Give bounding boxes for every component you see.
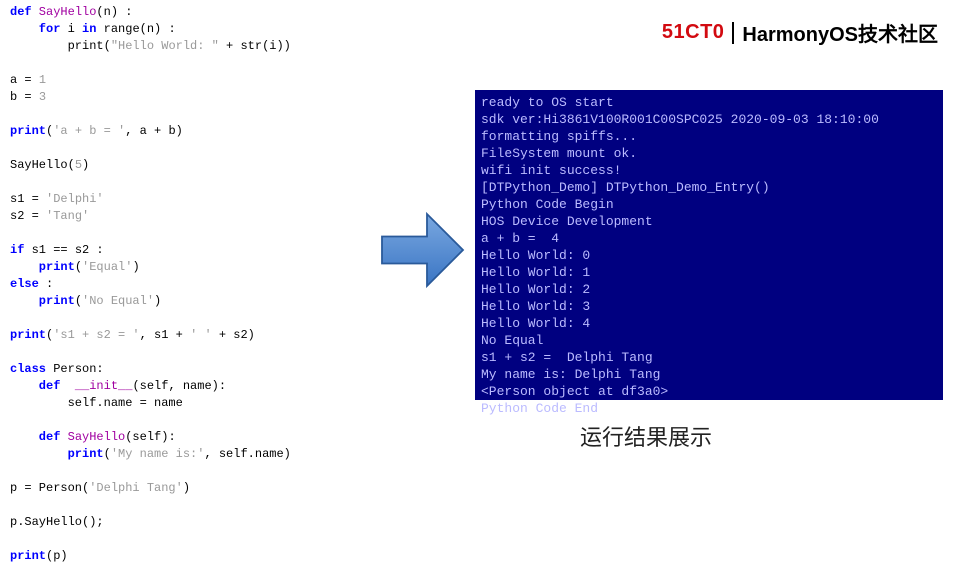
code-text: (self): bbox=[125, 430, 175, 444]
term-line: [DTPython_Demo] DTPython_Demo_Entry() bbox=[481, 180, 770, 195]
code-text: i bbox=[60, 22, 82, 36]
fn-sayhello2: SayHello bbox=[60, 430, 125, 444]
code-text: a = bbox=[10, 73, 39, 87]
term-line: wifi init success! bbox=[481, 163, 621, 178]
code-text: , self.name) bbox=[204, 447, 290, 461]
str: 'Delphi Tang' bbox=[89, 481, 183, 495]
code-text: ) bbox=[82, 158, 89, 172]
str: "Hello World: " bbox=[111, 39, 219, 53]
kw-else: else bbox=[10, 277, 39, 291]
term-line: FileSystem mount ok. bbox=[481, 146, 637, 161]
str: 'Delphi' bbox=[46, 192, 104, 206]
term-line: No Equal bbox=[481, 333, 543, 348]
kw-def: def bbox=[10, 379, 60, 393]
arrow-icon bbox=[375, 205, 470, 295]
term-line: Hello World: 3 bbox=[481, 299, 590, 314]
term-line: ready to OS start bbox=[481, 95, 614, 110]
code-text: ( bbox=[75, 260, 82, 274]
code-text: (self, name): bbox=[132, 379, 226, 393]
str: 'My name is:' bbox=[111, 447, 205, 461]
fn-print: print bbox=[10, 447, 104, 461]
term-line: Python Code End bbox=[481, 401, 598, 416]
fn-print: print bbox=[10, 549, 46, 563]
term-line: s1 + s2 = Delphi Tang bbox=[481, 350, 653, 365]
code-text: range(n) : bbox=[96, 22, 175, 36]
header-brand: 51CT0 HarmonyOS技术社区 bbox=[662, 18, 938, 47]
num: 1 bbox=[39, 73, 46, 87]
code-text: p = Person( bbox=[10, 481, 89, 495]
fn-print: print bbox=[10, 328, 46, 342]
terminal-output: ready to OS start sdk ver:Hi3861V100R001… bbox=[475, 90, 943, 400]
code-text: s1 = bbox=[10, 192, 46, 206]
code-text: s1 == s2 : bbox=[24, 243, 103, 257]
str: 'Tang' bbox=[46, 209, 89, 223]
kw-def: def bbox=[10, 430, 60, 444]
code-text: : bbox=[39, 277, 53, 291]
brand-harmony: HarmonyOS技术社区 bbox=[742, 18, 938, 47]
code-text: SayHello( bbox=[10, 158, 75, 172]
code-text: ) bbox=[154, 294, 161, 308]
kw-class: class bbox=[10, 362, 46, 376]
str: 's1 + s2 = ' bbox=[53, 328, 139, 342]
term-line: Python Code Begin bbox=[481, 197, 614, 212]
str: 'a + b = ' bbox=[53, 124, 125, 138]
fn-print: print bbox=[10, 294, 75, 308]
kw-def: def bbox=[10, 5, 32, 19]
code-text: ( bbox=[104, 447, 111, 461]
code-text: + s2) bbox=[212, 328, 255, 342]
term-line: Hello World: 2 bbox=[481, 282, 590, 297]
code-text: p.SayHello(); bbox=[10, 515, 104, 529]
code-text: , a + b) bbox=[125, 124, 183, 138]
term-line: Hello World: 4 bbox=[481, 316, 590, 331]
brand-51cto: 51CT0 bbox=[662, 21, 725, 44]
num: 3 bbox=[39, 90, 46, 104]
code-text: ) bbox=[183, 481, 190, 495]
term-line: Hello World: 0 bbox=[481, 248, 590, 263]
caption: 运行结果展示 bbox=[580, 420, 712, 452]
term-line: <Person object at df3a0> bbox=[481, 384, 668, 399]
code-editor: def SayHello(n) : for i in range(n) : pr… bbox=[10, 4, 375, 534]
code-text: self.name = name bbox=[10, 396, 183, 410]
term-line: a + b = 4 bbox=[481, 231, 559, 246]
term-line: My name is: Delphi Tang bbox=[481, 367, 660, 382]
code-text: , s1 + bbox=[140, 328, 190, 342]
str: 'No Equal' bbox=[82, 294, 154, 308]
str: ' ' bbox=[190, 328, 212, 342]
fn-sayhello: SayHello bbox=[32, 5, 97, 19]
kw-if: if bbox=[10, 243, 24, 257]
code-text: + str(i)) bbox=[219, 39, 291, 53]
code-text: (p) bbox=[46, 549, 68, 563]
divider bbox=[732, 22, 734, 44]
num: 5 bbox=[75, 158, 82, 172]
fn-print: print bbox=[10, 124, 46, 138]
code-text: (n) : bbox=[96, 5, 132, 19]
term-line: HOS Device Development bbox=[481, 214, 653, 229]
term-line: Hello World: 1 bbox=[481, 265, 590, 280]
code-text: ) bbox=[132, 260, 139, 274]
term-line: sdk ver:Hi3861V100R001C00SPC025 2020-09-… bbox=[481, 112, 879, 127]
term-line: formatting spiffs... bbox=[481, 129, 637, 144]
fn-init: __init__ bbox=[60, 379, 132, 393]
code-text: s2 = bbox=[10, 209, 46, 223]
code-text: ( bbox=[75, 294, 82, 308]
code-text: b = bbox=[10, 90, 39, 104]
code-text: Person: bbox=[46, 362, 104, 376]
str: 'Equal' bbox=[82, 260, 132, 274]
code-text: print( bbox=[10, 39, 111, 53]
fn-print: print bbox=[10, 260, 75, 274]
kw-in: in bbox=[82, 22, 96, 36]
kw-for: for bbox=[10, 22, 60, 36]
